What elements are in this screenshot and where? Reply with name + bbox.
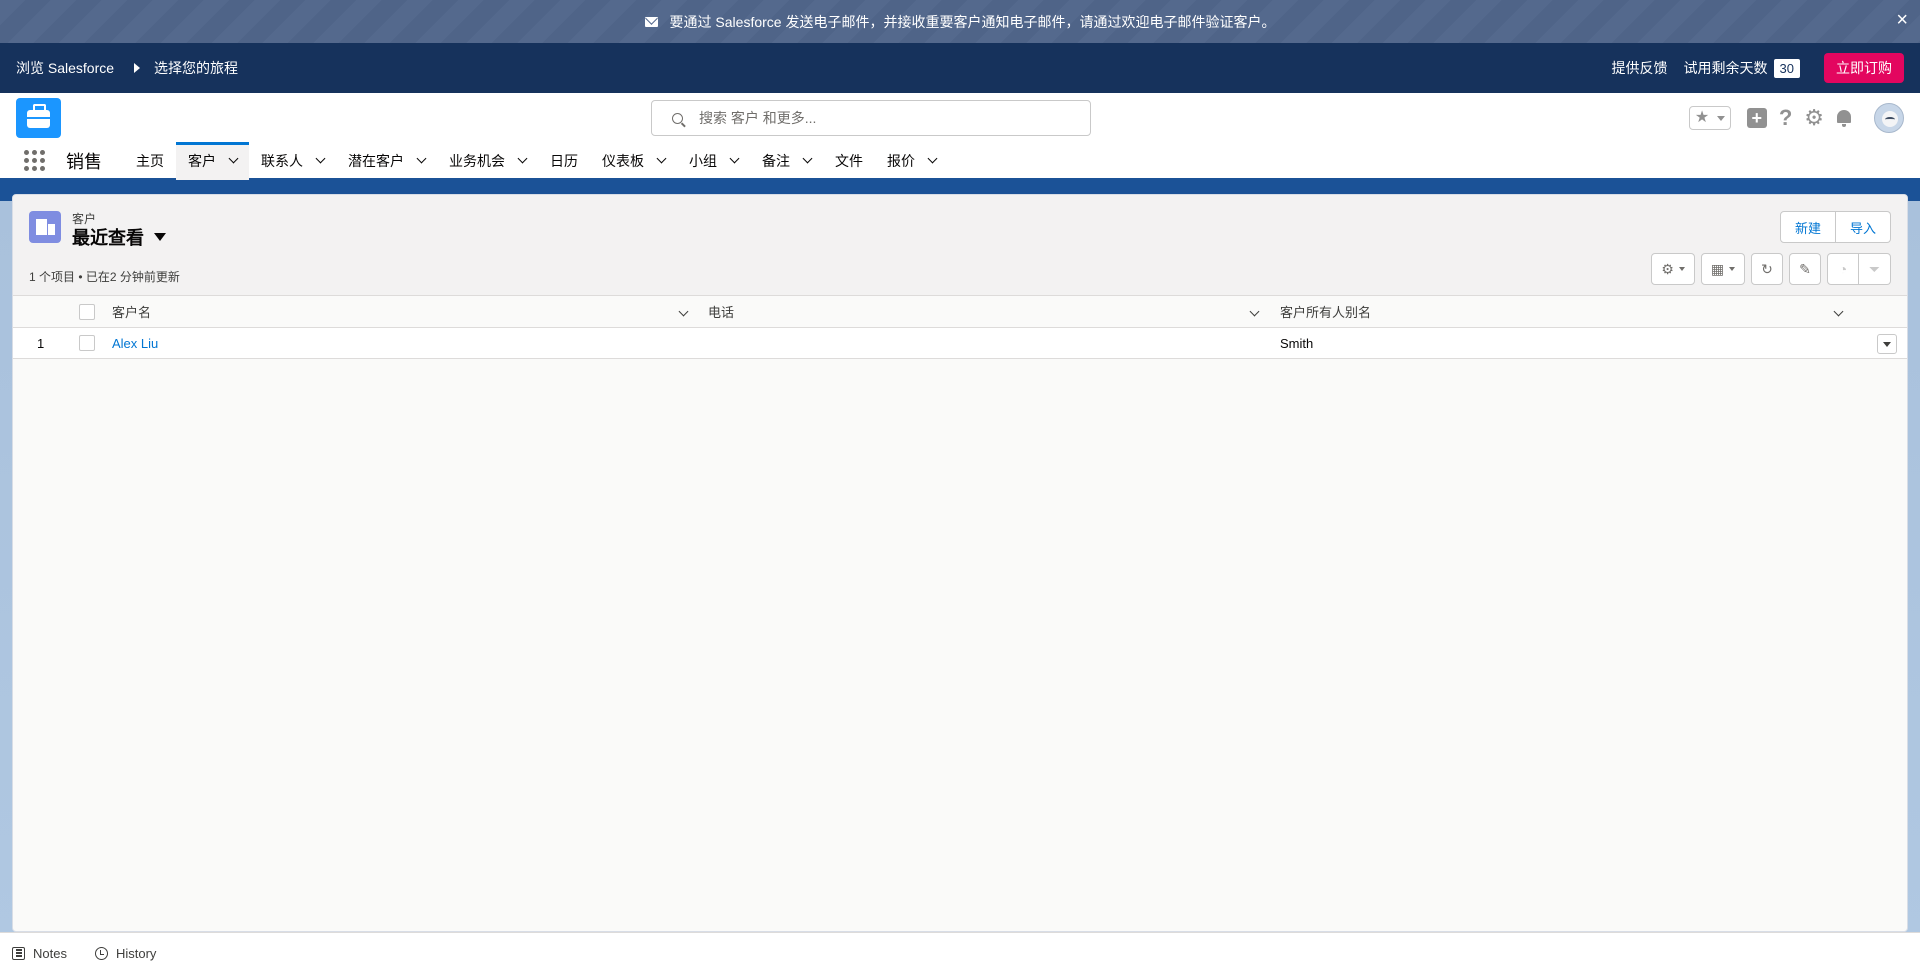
gear-icon: ⚙: [1661, 260, 1674, 277]
account-name-link[interactable]: Alex Liu: [112, 328, 158, 358]
history-icon: [94, 947, 108, 960]
tab-contacts[interactable]: 联系人: [249, 142, 336, 180]
list-meta-info: 1 个项目 • 已在2 分钟前更新: [29, 270, 180, 284]
list-view-controls-button[interactable]: ⚙: [1651, 253, 1695, 285]
charts-button[interactable]: ◔: [1827, 253, 1859, 285]
explore-salesforce-link[interactable]: 浏览 Salesforce: [16, 58, 114, 78]
app-name: 销售: [66, 151, 102, 172]
tab-accounts[interactable]: 客户: [176, 141, 249, 180]
global-actions-icon[interactable]: +: [1746, 108, 1767, 128]
refresh-icon: ↻: [1761, 260, 1773, 277]
notes-icon: [12, 947, 25, 960]
chevron-down-icon[interactable]: [416, 153, 427, 164]
favorites-button[interactable]: ★: [1688, 106, 1731, 130]
setup-gear-icon[interactable]: ⚙: [1804, 107, 1824, 129]
trial-bar: 浏览 Salesforce 选择您的旅程 提供反馈 试用剩余天数 30 立即订购: [0, 43, 1920, 93]
global-search[interactable]: [651, 100, 1091, 136]
column-header-owner-alias[interactable]: 客户所有人别名: [1280, 296, 1371, 327]
tab-groups[interactable]: 小组: [677, 142, 750, 180]
email-verify-banner: 要通过 Salesforce 发送电子邮件，并接收重要客户通知电子邮件，请通过欢…: [0, 0, 1920, 43]
edit-list-button[interactable]: ✎: [1789, 253, 1821, 285]
banner-message: 要通过 Salesforce 发送电子邮件，并接收重要客户通知电子邮件，请通过欢…: [669, 13, 1276, 30]
favorites-dropdown-icon[interactable]: [1716, 115, 1725, 121]
chevron-down-icon[interactable]: [656, 153, 667, 164]
utility-bar: Notes History: [0, 932, 1920, 974]
table-icon: ▦: [1710, 260, 1725, 277]
filters-button[interactable]: ⏷: [1859, 253, 1891, 285]
chevron-down-icon[interactable]: [678, 306, 689, 317]
list-actions: 新建 导入: [1779, 211, 1891, 243]
column-header-account-name[interactable]: 客户名: [112, 296, 151, 327]
app-launcher-icon[interactable]: [24, 149, 46, 172]
row-actions-menu[interactable]: [1877, 334, 1897, 354]
tab-notes[interactable]: 备注: [750, 142, 823, 180]
chevron-down-icon[interactable]: [315, 153, 326, 164]
tab-dashboards[interactable]: 仪表板: [590, 142, 677, 180]
display-as-button[interactable]: ▦: [1701, 253, 1745, 285]
utility-history[interactable]: History: [94, 946, 157, 961]
tab-leads[interactable]: 潜在客户: [336, 142, 437, 180]
tab-files[interactable]: 文件: [823, 142, 875, 180]
list-view-title: 最近查看: [72, 228, 144, 248]
new-button[interactable]: 新建: [1779, 211, 1836, 243]
tab-home[interactable]: 主页: [124, 142, 176, 180]
chevron-down-icon[interactable]: [729, 153, 740, 164]
row-number: 1: [37, 335, 45, 351]
list-view-header: 客户 最近查看 1 个项目 • 已在2 分钟前更新 新建 导入 ⚙ ▦ ↻ ✎ …: [13, 195, 1907, 296]
star-icon: ★: [1694, 109, 1710, 126]
utility-history-label: History: [115, 946, 157, 961]
tab-opportunities[interactable]: 业务机会: [437, 142, 538, 180]
chevron-down-icon[interactable]: [927, 153, 938, 164]
import-button[interactable]: 导入: [1835, 211, 1891, 243]
app-nav-bar: 销售 主页 客户 联系人 潜在客户 业务机会 日历 仪表板 小组 备注 文件 报…: [0, 141, 1920, 181]
chevron-down-icon[interactable]: [802, 153, 813, 164]
chevron-down-icon[interactable]: [517, 153, 528, 164]
chevron-down-icon[interactable]: [228, 153, 239, 164]
close-icon[interactable]: ×: [1896, 10, 1908, 30]
utility-notes[interactable]: Notes: [12, 946, 67, 961]
refresh-button[interactable]: ↻: [1751, 253, 1783, 285]
list-view-tools: ⚙ ▦ ↻ ✎ ◔ ⏷: [1645, 253, 1891, 285]
pie-chart-icon: ◔: [1838, 261, 1848, 277]
search-input[interactable]: [699, 110, 1059, 126]
global-header: ★ + ? ⚙: [0, 93, 1920, 143]
table-row: 1 Alex Liu Smith: [13, 328, 1907, 359]
caret-down-icon[interactable]: [154, 233, 166, 241]
tab-quotes[interactable]: 报价: [875, 142, 948, 180]
table-header: 客户名 电话 客户所有人别名: [13, 296, 1907, 328]
chevron-down-icon[interactable]: [1833, 306, 1844, 317]
help-icon[interactable]: ?: [1779, 107, 1792, 129]
tab-calendar[interactable]: 日历: [538, 142, 590, 180]
list-view-switcher[interactable]: 最近查看: [72, 224, 166, 250]
select-all-checkbox[interactable]: [79, 303, 95, 320]
owner-alias-cell: Smith: [1280, 335, 1314, 351]
mail-icon: [644, 16, 658, 27]
buy-now-button[interactable]: 立即订购: [1824, 53, 1904, 83]
trial-days-label: 试用剩余天数: [1683, 60, 1768, 76]
breadcrumb-caret-icon: [134, 63, 141, 73]
caret-down-icon: [1883, 341, 1891, 347]
list-view-card: 客户 最近查看 1 个项目 • 已在2 分钟前更新 新建 导入 ⚙ ▦ ↻ ✎ …: [12, 194, 1908, 932]
app-logo[interactable]: [16, 98, 61, 138]
trial-days-badge: 30: [1773, 58, 1800, 78]
feedback-link[interactable]: 提供反馈: [1612, 58, 1668, 78]
search-icon: [672, 112, 683, 124]
chart-filter-group: ◔ ⏷: [1827, 253, 1891, 285]
briefcase-icon: [27, 104, 50, 128]
account-object-icon: [29, 211, 61, 243]
choose-journey-link[interactable]: 选择您的旅程: [154, 58, 238, 78]
notifications-bell-icon[interactable]: [1836, 110, 1852, 127]
column-header-phone[interactable]: 电话: [708, 296, 734, 327]
row-checkbox[interactable]: [79, 335, 95, 351]
chevron-down-icon[interactable]: [1249, 306, 1260, 317]
utility-notes-label: Notes: [33, 946, 67, 961]
user-avatar[interactable]: [1874, 103, 1904, 133]
filter-icon: ⏷: [1868, 260, 1881, 277]
pencil-icon: ✎: [1799, 260, 1811, 277]
